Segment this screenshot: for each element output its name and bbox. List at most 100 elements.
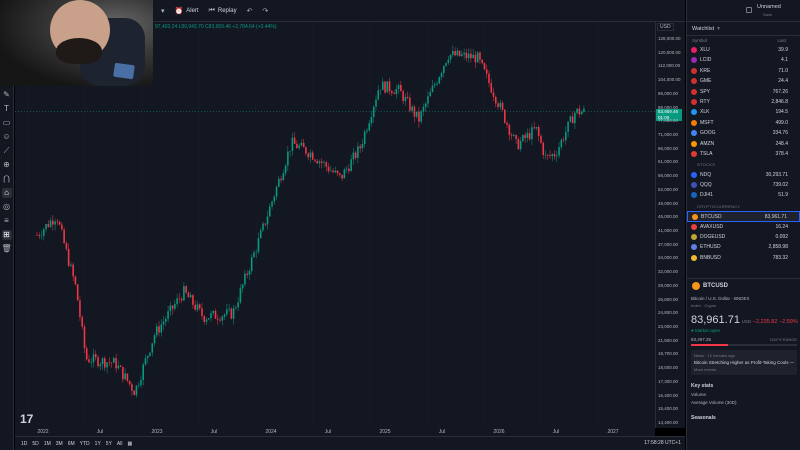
candle-body xyxy=(510,134,513,136)
col-symbol[interactable]: Symbol xyxy=(692,38,707,43)
day-range-bar xyxy=(691,344,797,346)
tf-3m[interactable]: 3M xyxy=(56,441,63,447)
lock-drawings-icon[interactable]: ⌂ xyxy=(1,188,12,198)
col-last[interactable]: Last xyxy=(777,38,786,43)
layers-icon[interactable]: ≡ xyxy=(2,216,12,226)
watchlist-row-dogeusd[interactable]: DOGEUSD 0.092 xyxy=(687,232,800,242)
candle-body xyxy=(106,362,108,368)
tf-ytd[interactable]: YTD xyxy=(80,441,90,447)
candle-body xyxy=(117,365,120,369)
candle-body xyxy=(402,91,404,102)
watchlist-row-ndq[interactable]: NDQ 30,293.71 xyxy=(687,170,800,180)
text-icon[interactable]: T xyxy=(2,104,12,114)
candle-body xyxy=(363,131,366,144)
seasonals-title[interactable]: Seasonals xyxy=(691,415,797,421)
symbol-logo-icon xyxy=(691,67,697,74)
visibility-icon[interactable]: ◎ xyxy=(2,202,12,212)
candle-body xyxy=(431,85,434,92)
price-tick-label: 128,000.00 xyxy=(658,36,681,41)
candle-body xyxy=(375,99,377,107)
tf-1m[interactable]: 1M xyxy=(44,441,51,447)
watchlist-row-dji41[interactable]: DJI41 51.9 xyxy=(687,190,800,200)
ruler-icon[interactable]: ⟋ xyxy=(2,146,12,156)
watchlist-row-lcid[interactable]: LCID 4.1 xyxy=(687,55,800,65)
price-tick-label: 16,400.00 xyxy=(658,392,679,398)
symbol-logo-icon xyxy=(691,234,697,241)
tf-1y[interactable]: 1Y xyxy=(95,441,101,447)
watchlist-row-tsla[interactable]: TSLA 378.4 xyxy=(687,149,800,159)
symbol-logo-icon xyxy=(691,130,697,137)
candle-body xyxy=(268,206,271,217)
candle-body xyxy=(517,139,520,150)
trash-icon[interactable]: 🗑 xyxy=(2,244,12,254)
candle-body xyxy=(178,298,181,300)
candle-body xyxy=(447,59,450,63)
tf-6m[interactable]: 6M xyxy=(68,441,75,447)
watchlist-row-amzn[interactable]: AMZN 248.4 xyxy=(687,139,800,149)
zoom-icon[interactable]: ⊕ xyxy=(2,160,12,170)
candle-body xyxy=(483,63,486,70)
watchlist-row-ethusd[interactable]: ETHUSD 2,858.98 xyxy=(687,242,800,252)
chevron-down-icon[interactable]: ▾ xyxy=(161,7,165,15)
watchlist-row-kre[interactable]: KRE 71.0 xyxy=(687,66,800,76)
candle-body xyxy=(513,134,515,136)
candle-body xyxy=(481,59,484,64)
candle-body xyxy=(67,248,70,266)
tf-5d[interactable]: 5D xyxy=(32,441,38,447)
news-card[interactable]: News · 12 minutes ago Bitcoin Stretching… xyxy=(691,350,797,375)
candle-body xyxy=(201,308,203,317)
candle-body xyxy=(429,91,432,97)
watchlist-row-bnbusd[interactable]: BNBUSD 783.32 xyxy=(687,253,800,263)
watchlist-row-spy[interactable]: SPY 767.26 xyxy=(687,87,800,97)
layout-checkbox[interactable] xyxy=(746,7,752,13)
layout-save[interactable]: Save xyxy=(763,12,772,17)
candle-body xyxy=(386,81,389,93)
time-tick-label: Jul xyxy=(96,429,104,435)
watchlist-section[interactable]: STOCKS xyxy=(687,159,800,169)
smile-icon[interactable]: ☺ xyxy=(2,132,12,142)
watchlist-row-avaxusd[interactable]: AVAXUSD 16.24 xyxy=(687,222,800,232)
candle-body xyxy=(92,354,95,363)
magnet-icon[interactable]: ⋂ xyxy=(2,174,12,184)
watchlist-row-gme[interactable]: GME 24.4 xyxy=(687,76,800,86)
calendar-icon[interactable]: ▦ xyxy=(127,441,132,447)
redo-icon[interactable]: ↷ xyxy=(262,7,268,15)
tf-5y[interactable]: 5Y xyxy=(106,441,112,447)
key-stats-title[interactable]: Key stats xyxy=(691,383,797,389)
candle-body xyxy=(280,178,282,181)
watchlist-section[interactable]: CRYPTOCURRENCY xyxy=(687,201,800,211)
layout-name[interactable]: Unnamed xyxy=(757,4,781,10)
undo-icon[interactable]: ↶ xyxy=(247,7,253,15)
utc-clock[interactable]: 17:58:28 UTC+1 xyxy=(644,440,681,446)
candle-body xyxy=(248,271,251,275)
tf-1d[interactable]: 1D xyxy=(21,441,27,447)
watchlist-row-goog[interactable]: GOOG 334.76 xyxy=(687,128,800,138)
time-axis[interactable]: 2022 Jul 2023 Jul 2024 Jul 2025 Jul 2026 Jul 2027 xyxy=(15,428,655,436)
price-axis[interactable]: USD 83,959.46 01:00 128,000.00 120,000.00… xyxy=(655,22,685,428)
brush-icon[interactable]: ✎ xyxy=(2,90,12,100)
watchlist-symbol: DOGEUSD xyxy=(700,234,726,241)
news-title[interactable]: Bitcoin Stretching Higher as Profit-Taki… xyxy=(694,360,794,365)
candle-body xyxy=(391,91,393,94)
watchlist-row-msft[interactable]: MSFT 499.0 xyxy=(687,118,800,128)
alert-button[interactable]: ⏰ Alert xyxy=(175,7,199,15)
watchlist-row-qqq[interactable]: QQQ 739.02 xyxy=(687,180,800,190)
currency-label[interactable]: USD xyxy=(657,23,674,31)
comment-icon[interactable]: ▭ xyxy=(2,118,12,128)
tf-all[interactable]: All xyxy=(117,441,123,447)
bitcoin-logo-icon xyxy=(692,282,700,290)
watchlist-row-rty[interactable]: RTY 2,846.8 xyxy=(687,97,800,107)
object-tree-icon[interactable]: ⊞ xyxy=(1,230,12,240)
candle-body xyxy=(151,343,154,353)
market-status: ● Market open xyxy=(691,328,720,333)
watchlist-row-btcusd[interactable]: BTCUSD 83,961.71 xyxy=(687,211,800,222)
replay-icon: ⏮ xyxy=(208,6,215,14)
details-symbol[interactable]: BTCUSD xyxy=(703,283,728,289)
price-tick-label: 29,000.00 xyxy=(658,282,679,288)
replay-button[interactable]: ⏮ Replay xyxy=(209,7,237,15)
watchlist-row-xlk[interactable]: XLK 194.5 xyxy=(687,107,800,117)
news-more[interactable]: More events xyxy=(694,367,794,372)
candle-body xyxy=(207,318,210,320)
watchlist-header[interactable]: Watchlist ▾ xyxy=(687,22,800,36)
watchlist-row-xlu[interactable]: XLU 39.9 xyxy=(687,45,800,55)
